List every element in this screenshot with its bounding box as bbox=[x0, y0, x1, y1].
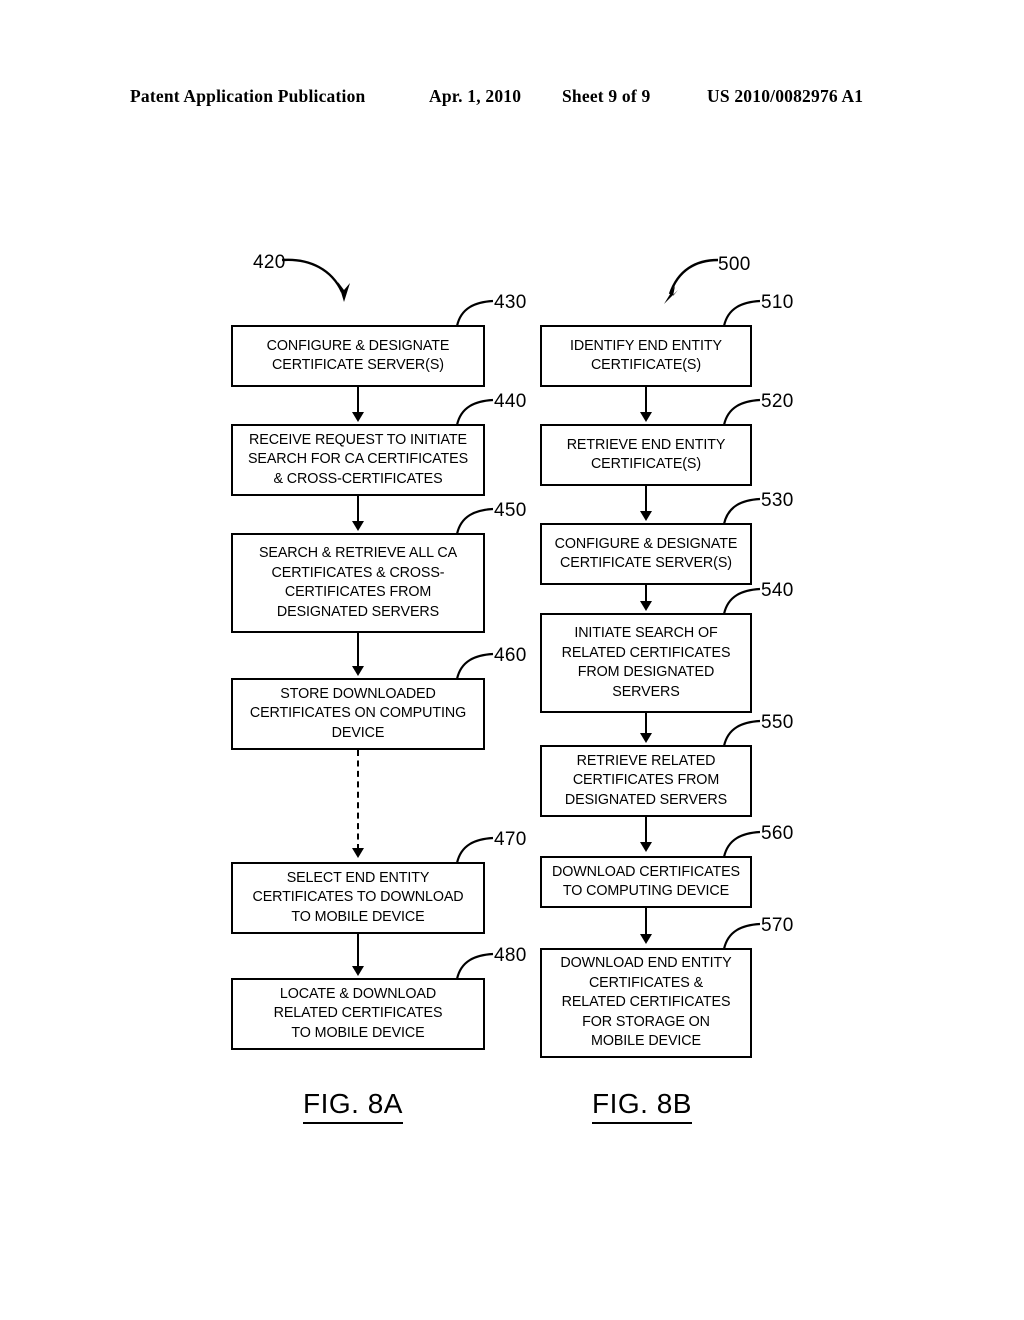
arrowhead-450-460 bbox=[351, 666, 364, 676]
patent-drawing-page: Patent Application Publication Apr. 1, 2… bbox=[0, 0, 1024, 1320]
flow-box-510: IDENTIFY END ENTITY CERTIFICATE(S) bbox=[540, 325, 752, 387]
arrowhead-460-470 bbox=[351, 848, 364, 858]
leader-450 bbox=[455, 507, 494, 535]
ref-label-520: 520 bbox=[761, 391, 794, 412]
leader-460 bbox=[455, 652, 494, 680]
connector-450-460 bbox=[357, 633, 360, 668]
connector-560-570 bbox=[645, 908, 648, 936]
ref-label-470: 470 bbox=[494, 829, 527, 850]
leader-530 bbox=[722, 497, 761, 525]
ref-label-500: 500 bbox=[718, 254, 751, 275]
arrowhead-440-450 bbox=[351, 521, 364, 531]
connector-520-530 bbox=[645, 486, 648, 514]
flow-box-440: RECEIVE REQUEST TO INITIATE SEARCH FOR C… bbox=[231, 424, 485, 496]
flow-box-470: SELECT END ENTITY CERTIFICATES TO DOWNLO… bbox=[231, 862, 485, 934]
connector-440-450 bbox=[357, 496, 360, 523]
leader-440 bbox=[455, 398, 494, 426]
connector-430-440 bbox=[357, 387, 360, 415]
flow-box-540: INITIATE SEARCH OF RELATED CERTIFICATES … bbox=[540, 613, 752, 713]
ref-label-550: 550 bbox=[761, 712, 794, 733]
leader-430 bbox=[455, 299, 494, 327]
leader-480 bbox=[455, 952, 494, 980]
ref-label-510: 510 bbox=[761, 292, 794, 313]
flow-box-550: RETRIEVE RELATED CERTIFICATES FROM DESIG… bbox=[540, 745, 752, 817]
arrowhead-560-570 bbox=[639, 934, 652, 944]
patent-number: US 2010/0082976 A1 bbox=[707, 86, 864, 106]
ref-label-430: 430 bbox=[494, 292, 527, 313]
flow-box-450: SEARCH & RETRIEVE ALL CA CERTIFICATES & … bbox=[231, 533, 485, 633]
flow-box-520: RETRIEVE END ENTITY CERTIFICATE(S) bbox=[540, 424, 752, 486]
leader-570 bbox=[722, 922, 761, 950]
leader-550 bbox=[722, 719, 761, 747]
arrowhead-520-530 bbox=[639, 511, 652, 521]
ref-label-460: 460 bbox=[494, 645, 527, 666]
connector-510-520 bbox=[645, 387, 648, 415]
figure-caption-8b: FIG. 8B bbox=[592, 1088, 692, 1124]
ref-label-480: 480 bbox=[494, 945, 527, 966]
arrowhead-510-520 bbox=[639, 412, 652, 422]
connector-550-560 bbox=[645, 817, 648, 845]
arrowhead-550-560 bbox=[639, 842, 652, 852]
flow-box-530: CONFIGURE & DESIGNATE CERTIFICATE SERVER… bbox=[540, 523, 752, 585]
flow-box-570: DOWNLOAD END ENTITY CERTIFICATES & RELAT… bbox=[540, 948, 752, 1058]
leader-560 bbox=[722, 830, 761, 858]
connector-460-470-dashed bbox=[357, 750, 359, 850]
ref-label-420: 420 bbox=[253, 252, 286, 273]
publication-label: Patent Application Publication bbox=[130, 86, 366, 106]
flow-box-460: STORE DOWNLOADED CERTIFICATES ON COMPUTI… bbox=[231, 678, 485, 750]
page-header: Patent Application Publication Apr. 1, 2… bbox=[0, 86, 1024, 110]
leader-520 bbox=[722, 398, 761, 426]
arrowhead-430-440 bbox=[351, 412, 364, 422]
leader-510 bbox=[722, 299, 761, 327]
ref-label-450: 450 bbox=[494, 500, 527, 521]
ref-label-540: 540 bbox=[761, 580, 794, 601]
ref-label-570: 570 bbox=[761, 915, 794, 936]
ref-label-560: 560 bbox=[761, 823, 794, 844]
sheet-number: Sheet 9 of 9 bbox=[562, 86, 651, 106]
leader-540 bbox=[722, 587, 761, 615]
arrowhead-540-550 bbox=[639, 733, 652, 743]
flow-box-480: LOCATE & DOWNLOAD RELATED CERTIFICATES T… bbox=[231, 978, 485, 1050]
ref-label-440: 440 bbox=[494, 391, 527, 412]
publication-date: Apr. 1, 2010 bbox=[429, 86, 522, 106]
flow-box-560: DOWNLOAD CERTIFICATES TO COMPUTING DEVIC… bbox=[540, 856, 752, 908]
leader-420 bbox=[281, 258, 350, 302]
arrowhead-470-480 bbox=[351, 966, 364, 976]
flow-box-430: CONFIGURE & DESIGNATE CERTIFICATE SERVER… bbox=[231, 325, 485, 387]
ref-label-530: 530 bbox=[761, 490, 794, 511]
connector-470-480 bbox=[357, 934, 360, 968]
leader-470 bbox=[455, 836, 494, 864]
figure-caption-8a: FIG. 8A bbox=[303, 1088, 403, 1124]
arrowhead-530-540 bbox=[639, 601, 652, 611]
leader-500 bbox=[664, 258, 719, 304]
